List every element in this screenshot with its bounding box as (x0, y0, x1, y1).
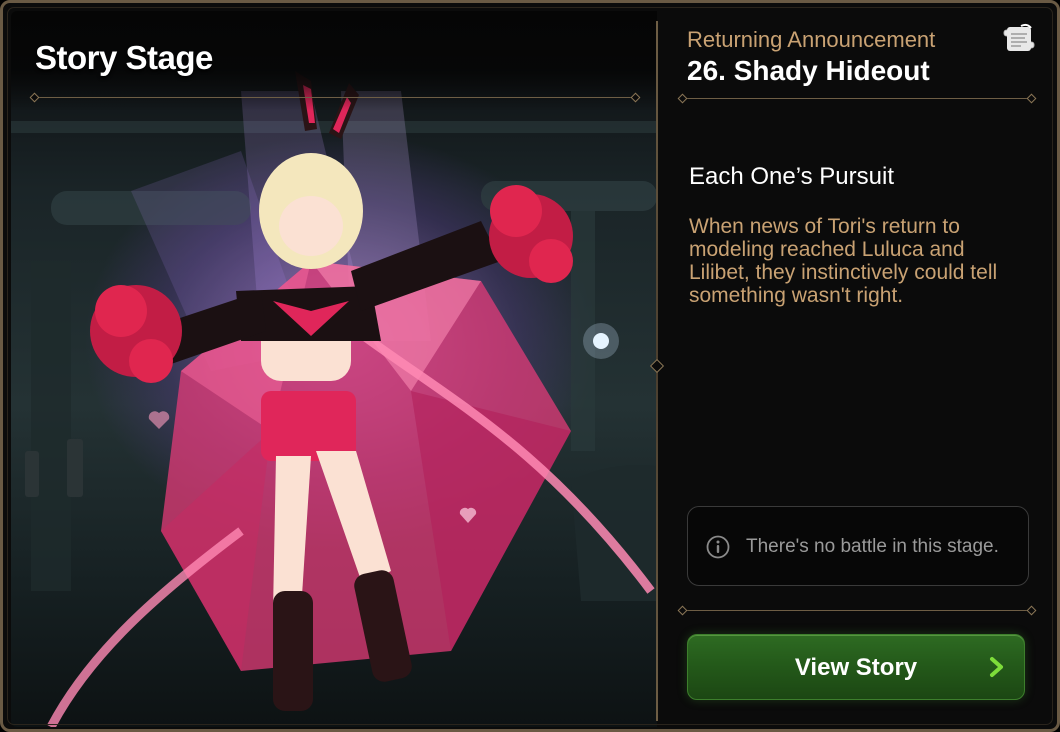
character-artwork (11, 71, 657, 727)
header-divider (681, 98, 1033, 99)
page-title: Story Stage (35, 39, 213, 76)
announcement-label: Returning Announcement (687, 27, 936, 52)
panel-divider (656, 21, 658, 721)
story-stage-window: Story Stage Returning Announcement 26. S… (0, 0, 1060, 732)
info-icon (706, 535, 730, 559)
footer-divider (681, 610, 1033, 611)
story-art-panel: Story Stage (11, 11, 657, 727)
view-story-label: View Story (794, 654, 918, 681)
chapter-description: When news of Tori's return to modeling r… (689, 215, 998, 307)
chevron-right-icon (990, 657, 1003, 677)
view-story-button[interactable]: View Story (687, 634, 1025, 700)
title-divider (33, 97, 637, 98)
no-battle-notice: There's no battle in this stage. (687, 506, 1029, 586)
scroll-icon[interactable] (1001, 21, 1037, 57)
notice-text: There's no battle in this stage. (746, 536, 999, 557)
chapter-title: Each One’s Pursuit (689, 163, 894, 190)
stage-name: 26. Shady Hideout (687, 55, 930, 86)
stage-info-panel: Returning Announcement 26. Shady Hideout… (663, 11, 1055, 727)
